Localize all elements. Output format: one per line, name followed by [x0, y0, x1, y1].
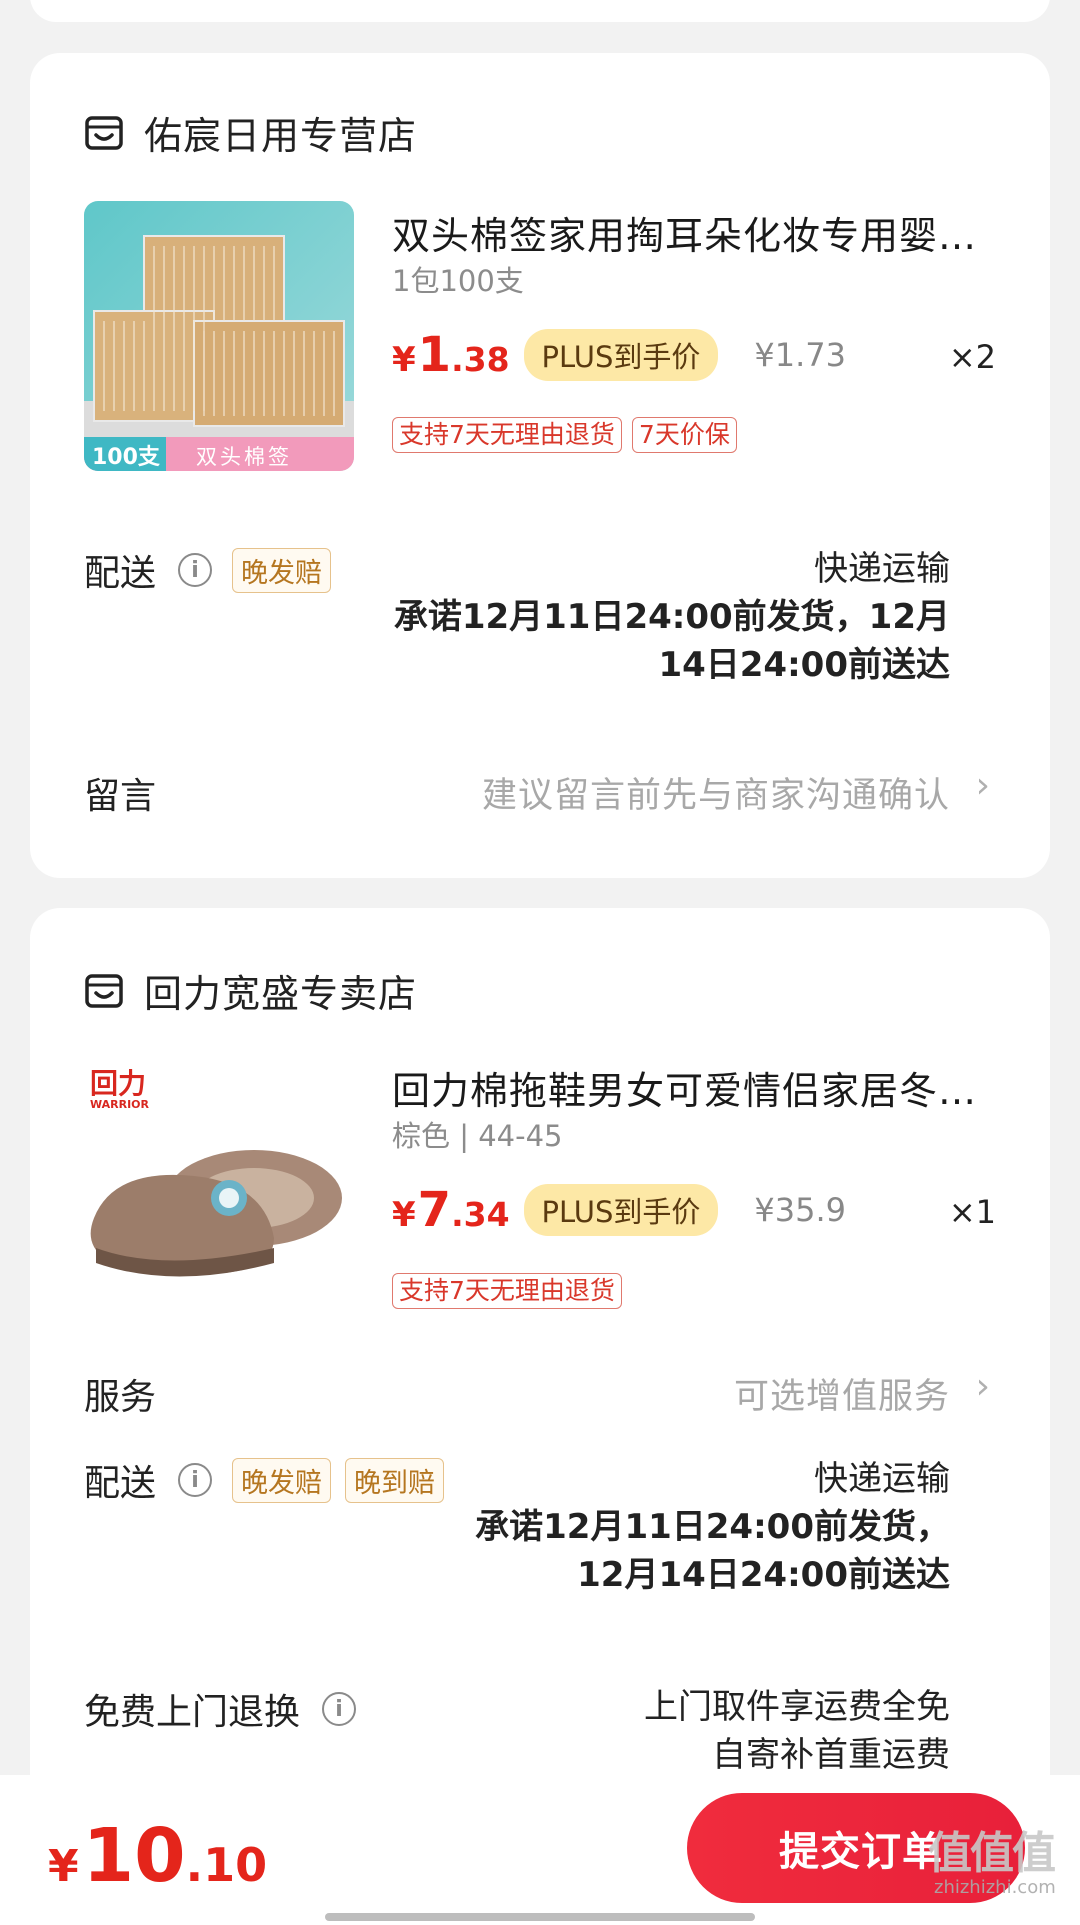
free-return-line1: 上门取件享运费全免	[644, 1687, 950, 1727]
store-header[interactable]: 回力宽盛专卖店	[84, 963, 417, 1018]
quantity: ×1	[948, 1193, 996, 1231]
plus-price: ¥1.38	[392, 327, 510, 383]
original-price: ¥35.9	[754, 1191, 846, 1229]
product-spec[interactable]: 1包100支	[392, 258, 524, 300]
thumb-label-count: 100支	[92, 445, 160, 470]
info-icon[interactable]: i	[322, 1692, 357, 1726]
delivery-label: 配送	[84, 553, 157, 594]
chevron-right-icon[interactable]: ›	[976, 1366, 990, 1407]
store-name: 佑宸日用专营店	[144, 114, 418, 158]
previous-card	[30, 0, 1050, 22]
delivery-promise-line2: 14日24:00前送达	[658, 645, 950, 685]
plus-price: ¥7.34	[392, 1182, 510, 1238]
free-return-label: 免费上门退换	[84, 1692, 301, 1733]
price-row: ¥7.34 PLUS到手价 ¥35.9	[392, 1182, 846, 1238]
info-icon[interactable]: i	[178, 1463, 213, 1497]
service-tags: 支持7天无理由退货 7天价保	[392, 417, 747, 453]
delivery-info[interactable]: 快递运输 承诺12月11日24:00前发货，12月 14日24:00前送达	[394, 545, 950, 689]
info-icon[interactable]: i	[178, 553, 213, 587]
late-arrival-tag: 晚到赔	[345, 1457, 445, 1503]
original-price: ¥1.73	[754, 336, 846, 374]
delivery-promise-line1: 承诺12月11日24:00前发货，	[475, 1507, 950, 1547]
late-ship-tag: 晚发赔	[232, 547, 332, 593]
home-indicator[interactable]	[325, 1913, 755, 1921]
service-label: 服务	[84, 1377, 157, 1418]
price-row: ¥1.38 PLUS到手价 ¥1.73	[392, 327, 846, 383]
delivery-row: 配送 i 晚发赔 晚到赔	[84, 1454, 445, 1506]
free-return-info: 上门取件享运费全免 自寄补首重运费	[644, 1683, 950, 1779]
delivery-promise-line1: 承诺12月11日24:00前发货，12月	[393, 597, 950, 637]
service-tags: 支持7天无理由退货	[392, 1273, 632, 1309]
store-icon	[85, 115, 123, 150]
store-card-2: 回力宽盛专卖店 回力 WARRIOR 回力棉拖鞋男女可爱情侣家居冬季保暖拖鞋 棕…	[30, 908, 1050, 1925]
store-card-1: 佑宸日用专营店 100支 双头棉签 双头棉签家用掏耳朵化妆专用婴儿消 1包100…	[30, 53, 1050, 878]
product-title[interactable]: 双头棉签家用掏耳朵化妆专用婴儿消毒棉签	[392, 205, 1012, 260]
watermark-url: zhizhizhi.com	[934, 1877, 1056, 1898]
store-icon	[85, 973, 123, 1008]
checkout-bar: ¥10.10 提交订单 值值值 zhizhizhi.com	[0, 1775, 1080, 1925]
late-ship-tag: 晚发赔	[232, 1457, 332, 1503]
value-added-service[interactable]: 可选增值服务	[734, 1368, 950, 1419]
quantity: ×2	[948, 338, 996, 376]
product-thumbnail[interactable]: 回力 WARRIOR	[84, 1058, 354, 1328]
plus-price-badge: PLUS到手价	[523, 1184, 719, 1236]
watermark-logo: 值值值	[928, 1828, 1056, 1879]
chevron-right-icon[interactable]: ›	[976, 765, 990, 806]
product-thumbnail[interactable]: 100支 双头棉签	[84, 201, 354, 471]
delivery-info[interactable]: 快递运输 承诺12月11日24:00前发货， 12月14日24:00前送达	[475, 1455, 950, 1599]
delivery-method: 快递运输	[814, 549, 950, 589]
message-label: 留言	[84, 776, 157, 817]
delivery-label: 配送	[84, 1463, 157, 1504]
message-input[interactable]: 建议留言前先与商家沟通确认	[482, 767, 950, 818]
price-protect-tag: 7天价保	[631, 417, 737, 453]
thumb-label-name: 双头棉签	[196, 445, 292, 469]
submit-order-label: 提交订单	[779, 1829, 943, 1875]
order-total: ¥10.10	[48, 1813, 268, 1899]
return-tag: 支持7天无理由退货	[392, 1273, 622, 1309]
delivery-promise-line2: 12月14日24:00前送达	[577, 1555, 950, 1595]
store-header[interactable]: 佑宸日用专营店	[84, 105, 417, 160]
store-name: 回力宽盛专卖店	[144, 972, 418, 1016]
free-return-line2: 自寄补首重运费	[712, 1735, 950, 1775]
return-tag: 支持7天无理由退货	[392, 417, 622, 453]
plus-price-badge: PLUS到手价	[523, 329, 719, 381]
product-title[interactable]: 回力棉拖鞋男女可爱情侣家居冬季保暖拖鞋	[392, 1060, 1012, 1115]
delivery-method: 快递运输	[814, 1459, 950, 1499]
product-spec[interactable]: 棕色 | 44-45	[392, 1113, 562, 1155]
delivery-row: 配送 i 晚发赔	[84, 544, 332, 596]
free-return-row: 免费上门退换 i	[84, 1683, 357, 1735]
